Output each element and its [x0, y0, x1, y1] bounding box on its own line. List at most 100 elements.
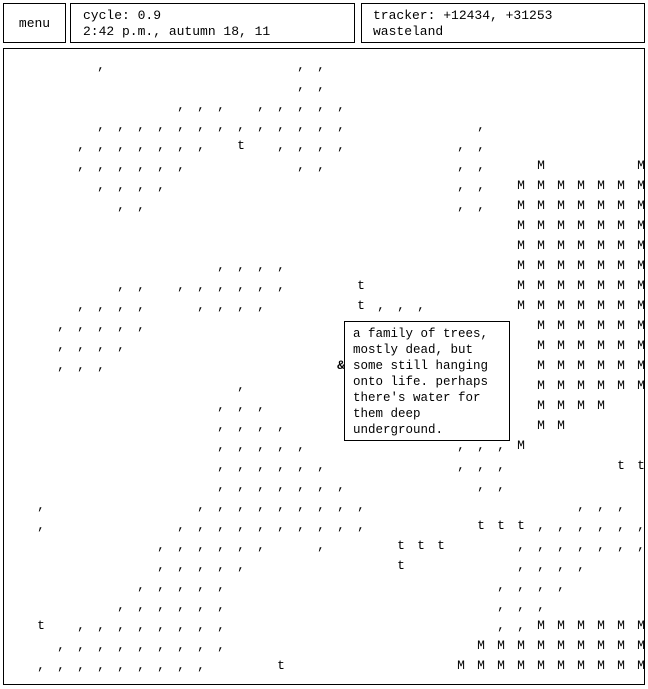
grass-tile[interactable]: ,	[571, 516, 591, 536]
mountain-tile[interactable]: M	[451, 656, 471, 676]
mountain-tile[interactable]: M	[531, 236, 551, 256]
mountain-tile[interactable]: M	[631, 336, 644, 356]
grass-tile[interactable]: ,	[471, 176, 491, 196]
grass-tile[interactable]: ,	[451, 196, 471, 216]
grass-tile[interactable]: ,	[91, 116, 111, 136]
grass-tile[interactable]: ,	[231, 116, 251, 136]
mountain-tile[interactable]: M	[611, 296, 631, 316]
tree-tile[interactable]: t	[351, 276, 371, 296]
mountain-tile[interactable]: M	[531, 396, 551, 416]
grass-tile[interactable]: ,	[211, 536, 231, 556]
grass-tile[interactable]: ,	[111, 196, 131, 216]
grass-tile[interactable]: ,	[351, 516, 371, 536]
grass-tile[interactable]: ,	[211, 256, 231, 276]
grass-tile[interactable]: ,	[531, 516, 551, 536]
grass-tile[interactable]: ,	[631, 516, 644, 536]
grass-tile[interactable]: ,	[271, 276, 291, 296]
grass-tile[interactable]: ,	[91, 636, 111, 656]
tree-tile[interactable]: t	[31, 616, 51, 636]
grass-tile[interactable]: ,	[111, 116, 131, 136]
grass-tile[interactable]: ,	[231, 276, 251, 296]
mountain-tile[interactable]: M	[571, 356, 591, 376]
grass-tile[interactable]: ,	[111, 336, 131, 356]
mountain-tile[interactable]: M	[631, 196, 644, 216]
grass-tile[interactable]: ,	[171, 116, 191, 136]
mountain-tile[interactable]: M	[511, 236, 531, 256]
grass-tile[interactable]: ,	[511, 556, 531, 576]
mountain-tile[interactable]: M	[551, 296, 571, 316]
mountain-tile[interactable]: M	[611, 196, 631, 216]
grass-tile[interactable]: ,	[151, 136, 171, 156]
grass-tile[interactable]: ,	[191, 536, 211, 556]
mountain-tile[interactable]: M	[591, 616, 611, 636]
mountain-tile[interactable]: M	[611, 376, 631, 396]
grass-tile[interactable]: ,	[231, 496, 251, 516]
tree-tile[interactable]: t	[351, 296, 371, 316]
mountain-tile[interactable]: M	[631, 256, 644, 276]
grass-tile[interactable]: ,	[231, 256, 251, 276]
mountain-tile[interactable]: M	[571, 656, 591, 676]
mountain-tile[interactable]: M	[631, 356, 644, 376]
mountain-tile[interactable]: M	[571, 336, 591, 356]
grass-tile[interactable]: ,	[291, 76, 311, 96]
grass-tile[interactable]: ,	[91, 176, 111, 196]
grass-tile[interactable]: ,	[211, 476, 231, 496]
mountain-tile[interactable]: M	[591, 316, 611, 336]
grass-tile[interactable]: ,	[151, 536, 171, 556]
mountain-tile[interactable]: M	[551, 176, 571, 196]
grass-tile[interactable]: ,	[111, 136, 131, 156]
grass-tile[interactable]: ,	[551, 556, 571, 576]
grass-tile[interactable]: ,	[291, 156, 311, 176]
mountain-tile[interactable]: M	[551, 416, 571, 436]
mountain-tile[interactable]: M	[591, 376, 611, 396]
grass-tile[interactable]: ,	[531, 576, 551, 596]
grass-tile[interactable]: ,	[111, 296, 131, 316]
grass-tile[interactable]: ,	[611, 496, 631, 516]
grass-tile[interactable]: ,	[551, 576, 571, 596]
mountain-tile[interactable]: M	[551, 236, 571, 256]
grass-tile[interactable]: ,	[71, 356, 91, 376]
grass-tile[interactable]: ,	[151, 656, 171, 676]
grass-tile[interactable]: ,	[331, 116, 351, 136]
grass-tile[interactable]: ,	[231, 436, 251, 456]
grass-tile[interactable]: ,	[151, 616, 171, 636]
grass-tile[interactable]: ,	[271, 256, 291, 276]
grass-tile[interactable]: ,	[611, 536, 631, 556]
grass-tile[interactable]: ,	[251, 276, 271, 296]
grass-tile[interactable]: ,	[211, 436, 231, 456]
grass-tile[interactable]: ,	[251, 416, 271, 436]
grass-tile[interactable]: ,	[211, 116, 231, 136]
grass-tile[interactable]: ,	[251, 456, 271, 476]
grass-tile[interactable]: ,	[131, 616, 151, 636]
grass-tile[interactable]: ,	[131, 156, 151, 176]
grass-tile[interactable]: ,	[131, 636, 151, 656]
mountain-tile[interactable]: M	[571, 616, 591, 636]
mountain-tile[interactable]: M	[611, 636, 631, 656]
mountain-tile[interactable]: M	[471, 656, 491, 676]
grass-tile[interactable]: ,	[331, 516, 351, 536]
grass-tile[interactable]: ,	[111, 636, 131, 656]
grass-tile[interactable]: ,	[271, 476, 291, 496]
grass-tile[interactable]: ,	[131, 656, 151, 676]
grass-tile[interactable]: ,	[291, 476, 311, 496]
grass-tile[interactable]: ,	[371, 296, 391, 316]
grass-tile[interactable]: ,	[231, 416, 251, 436]
mountain-tile[interactable]: M	[611, 316, 631, 336]
grass-tile[interactable]: ,	[231, 376, 251, 396]
grass-tile[interactable]: ,	[191, 636, 211, 656]
grass-tile[interactable]: ,	[131, 196, 151, 216]
grass-tile[interactable]: ,	[291, 456, 311, 476]
grass-tile[interactable]: ,	[151, 156, 171, 176]
mountain-tile[interactable]: M	[611, 256, 631, 276]
mountain-tile[interactable]: M	[511, 256, 531, 276]
grass-tile[interactable]: ,	[71, 316, 91, 336]
mountain-tile[interactable]: M	[611, 236, 631, 256]
mountain-tile[interactable]: M	[551, 636, 571, 656]
grass-tile[interactable]: ,	[171, 616, 191, 636]
grass-tile[interactable]: ,	[151, 176, 171, 196]
grass-tile[interactable]: ,	[171, 576, 191, 596]
grass-tile[interactable]: ,	[91, 356, 111, 376]
grass-tile[interactable]: ,	[331, 136, 351, 156]
grass-tile[interactable]: ,	[291, 116, 311, 136]
grass-tile[interactable]: ,	[171, 516, 191, 536]
